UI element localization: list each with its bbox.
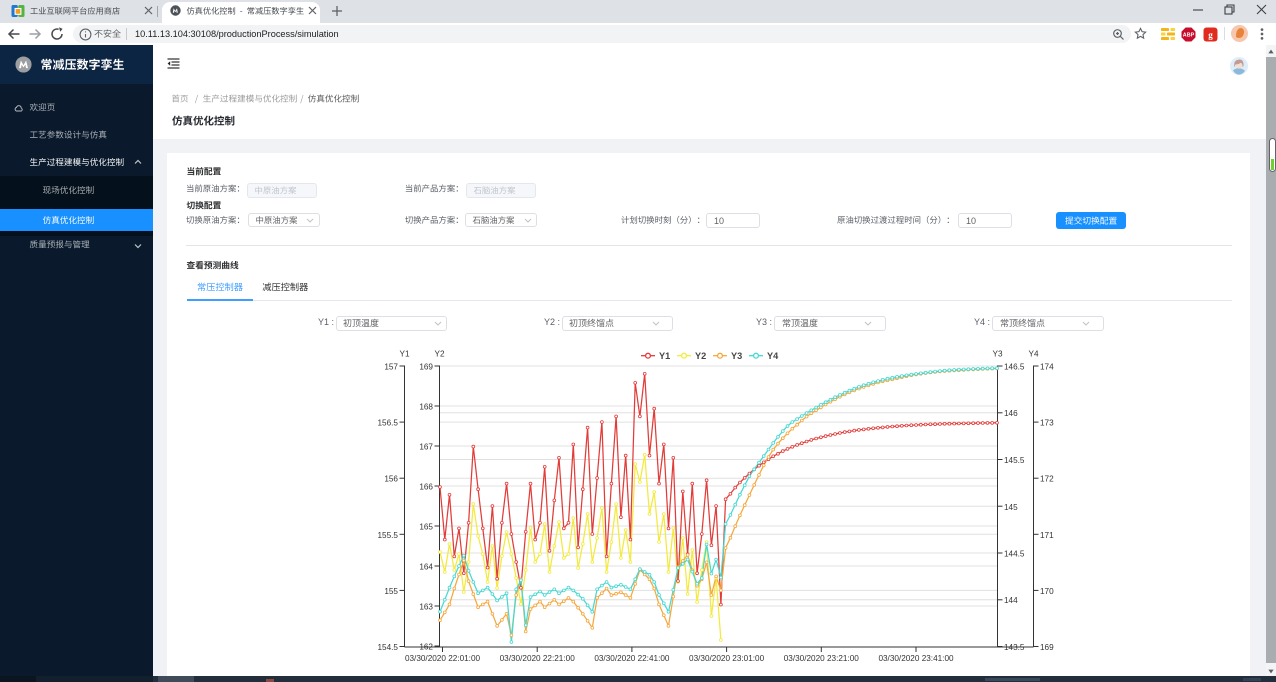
svg-text:Y3: Y3 bbox=[731, 351, 742, 361]
svg-text:03/30/2020 23:21:00: 03/30/2020 23:21:00 bbox=[784, 654, 860, 663]
svg-text:03/30/2020 23:41:00: 03/30/2020 23:41:00 bbox=[878, 654, 954, 663]
svg-text:03/30/2020 22:21:00: 03/30/2020 22:21:00 bbox=[500, 654, 576, 663]
svg-text:g: g bbox=[1208, 30, 1213, 40]
svg-text:Y1: Y1 bbox=[399, 350, 409, 359]
svg-text:164: 164 bbox=[419, 563, 433, 572]
svg-text:173: 173 bbox=[1040, 419, 1054, 428]
svg-text:146.5: 146.5 bbox=[1004, 363, 1025, 372]
svg-text:169: 169 bbox=[1040, 643, 1054, 652]
svg-text:145: 145 bbox=[1004, 503, 1018, 512]
svg-text:03/30/2020 22:01:00: 03/30/2020 22:01:00 bbox=[405, 654, 481, 663]
svg-text:Y4: Y4 bbox=[1028, 350, 1038, 359]
svg-text:03/30/2020 23:01:00: 03/30/2020 23:01:00 bbox=[689, 654, 765, 663]
svg-text:146: 146 bbox=[1004, 409, 1018, 418]
svg-text:156.5: 156.5 bbox=[378, 419, 399, 428]
svg-text:Y2: Y2 bbox=[434, 350, 444, 359]
svg-text:Y2: Y2 bbox=[695, 351, 706, 361]
svg-text:155.5: 155.5 bbox=[378, 531, 399, 540]
svg-text:144: 144 bbox=[1004, 596, 1018, 605]
svg-text:171: 171 bbox=[1040, 531, 1054, 540]
svg-text:155: 155 bbox=[384, 587, 398, 596]
svg-text:ABP: ABP bbox=[1183, 32, 1195, 38]
svg-text:154.5: 154.5 bbox=[378, 643, 399, 652]
svg-text:144.5: 144.5 bbox=[1004, 550, 1025, 559]
svg-text:163: 163 bbox=[419, 603, 433, 612]
svg-text:143.5: 143.5 bbox=[1004, 643, 1025, 652]
svg-text:Y3: Y3 bbox=[992, 350, 1002, 359]
svg-text:172: 172 bbox=[1040, 475, 1054, 484]
svg-text:165: 165 bbox=[419, 523, 433, 532]
svg-text:169: 169 bbox=[419, 363, 433, 372]
svg-text:Y1: Y1 bbox=[659, 351, 670, 361]
svg-text:145.5: 145.5 bbox=[1004, 456, 1025, 465]
svg-text:174: 174 bbox=[1040, 363, 1054, 372]
svg-text:03/30/2020 22:41:00: 03/30/2020 22:41:00 bbox=[594, 654, 670, 663]
svg-text:170: 170 bbox=[1040, 587, 1054, 596]
svg-text:156: 156 bbox=[384, 475, 398, 484]
svg-text:167: 167 bbox=[419, 443, 433, 452]
svg-text:157: 157 bbox=[384, 363, 398, 372]
svg-text:162: 162 bbox=[419, 643, 433, 652]
svg-text:168: 168 bbox=[419, 403, 433, 412]
svg-text:166: 166 bbox=[419, 483, 433, 492]
svg-text:Y4: Y4 bbox=[767, 351, 779, 361]
